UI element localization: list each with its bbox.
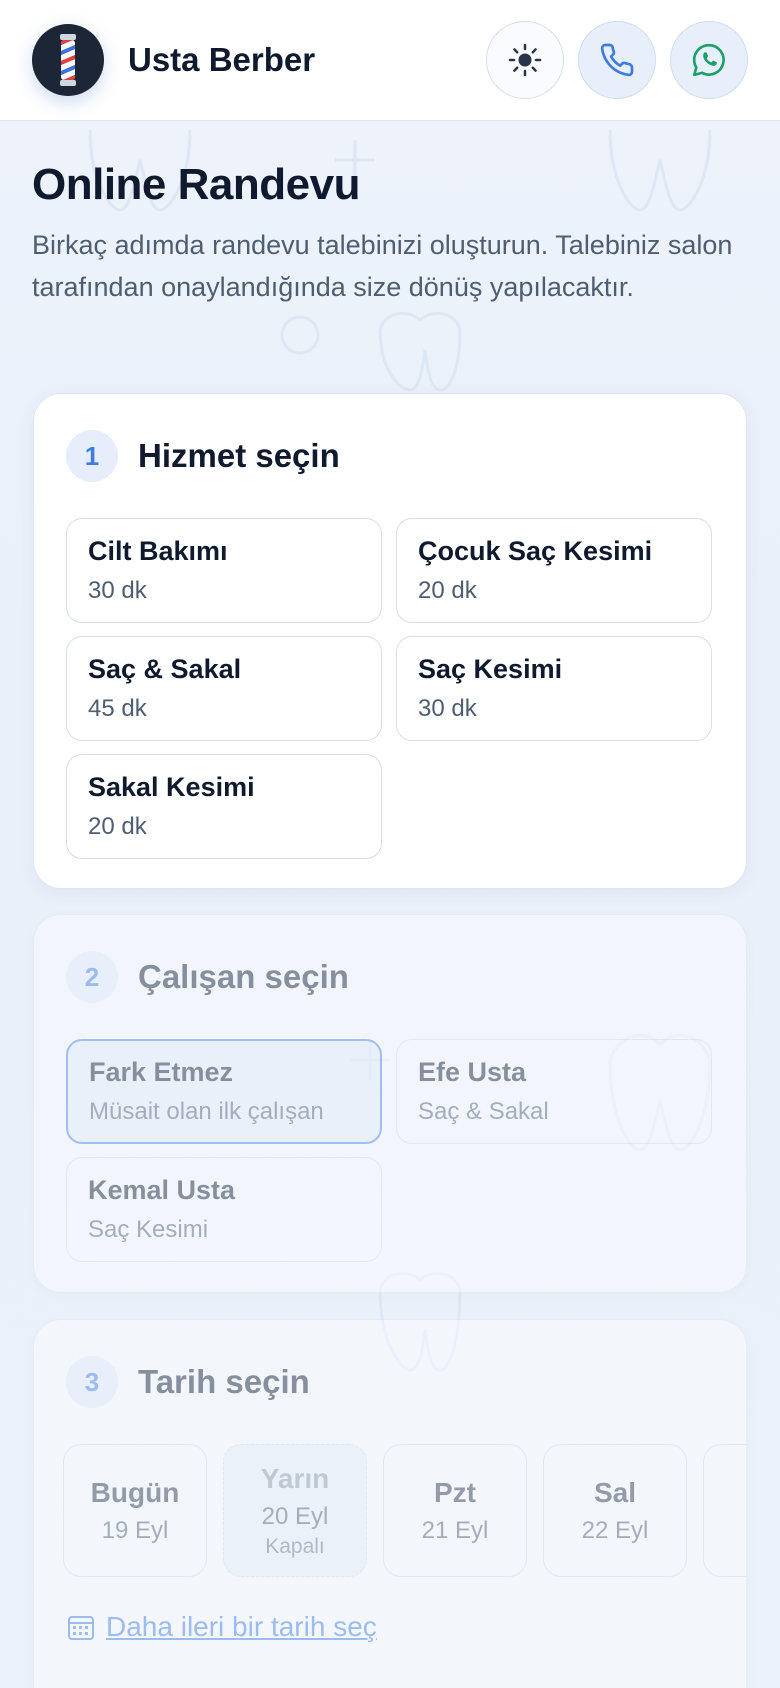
whatsapp-button[interactable]	[670, 21, 748, 99]
date-step-card: 3 Tarih seçin Bugün 19 Eyl Yarın 20 Eyl …	[33, 1319, 747, 1688]
service-option-sac-kesimi[interactable]: Saç Kesimi 30 dk	[396, 636, 712, 741]
step-header: 2 Çalışan seçin	[34, 915, 746, 1039]
service-duration: 20 dk	[88, 813, 147, 840]
date-value: 20 Eyl	[261, 1502, 329, 1530]
service-name: Çocuk Saç Kesimi	[418, 536, 653, 566]
service-options: Cilt Bakımı 30 dk Çocuk Saç Kesimi 20 dk…	[34, 518, 746, 859]
header-actions	[486, 21, 748, 99]
brand-name: Usta Berber	[128, 41, 316, 78]
phone-icon	[600, 43, 634, 77]
service-duration: 20 dk	[418, 577, 477, 604]
phone-button[interactable]	[578, 21, 656, 99]
date-option-bugun[interactable]: Bugün 19 Eyl	[63, 1444, 207, 1577]
service-option-sakal-kesimi[interactable]: Sakal Kesimi 20 dk	[66, 754, 382, 859]
date-value: 21 Eyl	[421, 1516, 489, 1544]
step-title: Tarih seçin	[138, 1363, 310, 1400]
staff-option-kemal-usta[interactable]: Kemal Usta Saç Kesimi	[66, 1157, 382, 1262]
date-options: Bugün 19 Eyl Yarın 20 Eyl Kapalı Pzt 21 …	[34, 1444, 746, 1577]
date-day: Yarın	[260, 1462, 330, 1494]
staff-step-card: 2 Çalışan seçin Fark Etmez Müsait olan i…	[33, 914, 747, 1293]
staff-options: Fark Etmez Müsait olan ilk çalışan Efe U…	[34, 1039, 746, 1262]
service-name: Sakal Kesimi	[88, 772, 255, 802]
service-step-card: 1 Hizmet seçin Cilt Bakımı 30 dk Çocuk S…	[33, 393, 747, 889]
date-option-next[interactable]	[703, 1444, 746, 1577]
staff-name: Efe Usta	[418, 1057, 527, 1087]
app-header: Usta Berber	[0, 0, 780, 121]
date-day: Bugün	[90, 1476, 180, 1508]
staff-name: Kemal Usta	[88, 1175, 236, 1205]
service-option-cilt-bakimi[interactable]: Cilt Bakımı 30 dk	[66, 518, 382, 623]
service-name: Saç Kesimi	[418, 654, 563, 684]
service-name: Cilt Bakımı	[88, 536, 228, 566]
date-option-yarin: Yarın 20 Eyl Kapalı	[223, 1444, 367, 1577]
staff-detail: Saç Kesimi	[88, 1216, 209, 1243]
sun-icon	[508, 43, 542, 77]
service-duration: 30 dk	[418, 695, 477, 722]
calendar-icon	[68, 1616, 94, 1640]
service-option-sac-sakal[interactable]: Saç & Sakal 45 dk	[66, 636, 382, 741]
page-title: Online Randevu	[32, 160, 360, 209]
whatsapp-icon	[692, 43, 725, 77]
staff-option-fark-etmez[interactable]: Fark Etmez Müsait olan ilk çalışan	[66, 1039, 382, 1144]
intro-section: Online Randevu Birkaç adımda randevu tal…	[32, 160, 748, 308]
step-title: Hizmet seçin	[138, 437, 340, 474]
step-number: 2	[66, 951, 118, 1003]
page-description: Birkaç adımda randevu talebinizi oluştur…	[32, 230, 733, 302]
staff-option-efe-usta[interactable]: Efe Usta Saç & Sakal	[396, 1039, 712, 1144]
service-duration: 45 dk	[88, 695, 147, 722]
more-dates-link[interactable]: Daha ileri bir tarih seç	[34, 1611, 746, 1643]
service-name: Saç & Sakal	[88, 654, 242, 684]
theme-toggle-button[interactable]	[486, 21, 564, 99]
date-option-sal[interactable]: Sal 22 Eyl	[543, 1444, 687, 1577]
date-value: 19 Eyl	[101, 1516, 169, 1544]
step-header: 1 Hizmet seçin	[34, 394, 746, 518]
step-title: Çalışan seçin	[138, 958, 349, 995]
barber-pole-icon[interactable]	[32, 24, 104, 96]
date-day: Pzt	[434, 1476, 476, 1508]
staff-detail: Müsait olan ilk çalışan	[89, 1098, 324, 1125]
more-dates-label: Daha ileri bir tarih seç	[106, 1611, 377, 1642]
service-duration: 30 dk	[88, 577, 147, 604]
staff-name: Fark Etmez	[89, 1057, 234, 1087]
date-value: 22 Eyl	[581, 1516, 649, 1544]
closed-label: Kapalı	[265, 1534, 325, 1558]
date-option-pzt[interactable]: Pzt 21 Eyl	[383, 1444, 527, 1577]
date-day: Sal	[593, 1476, 637, 1508]
staff-detail: Saç & Sakal	[418, 1098, 549, 1125]
service-option-cocuk-sac-kesimi[interactable]: Çocuk Saç Kesimi 20 dk	[396, 518, 712, 623]
step-number: 1	[66, 430, 118, 482]
step-header: 3 Tarih seçin	[34, 1320, 746, 1444]
step-number: 3	[66, 1356, 118, 1408]
